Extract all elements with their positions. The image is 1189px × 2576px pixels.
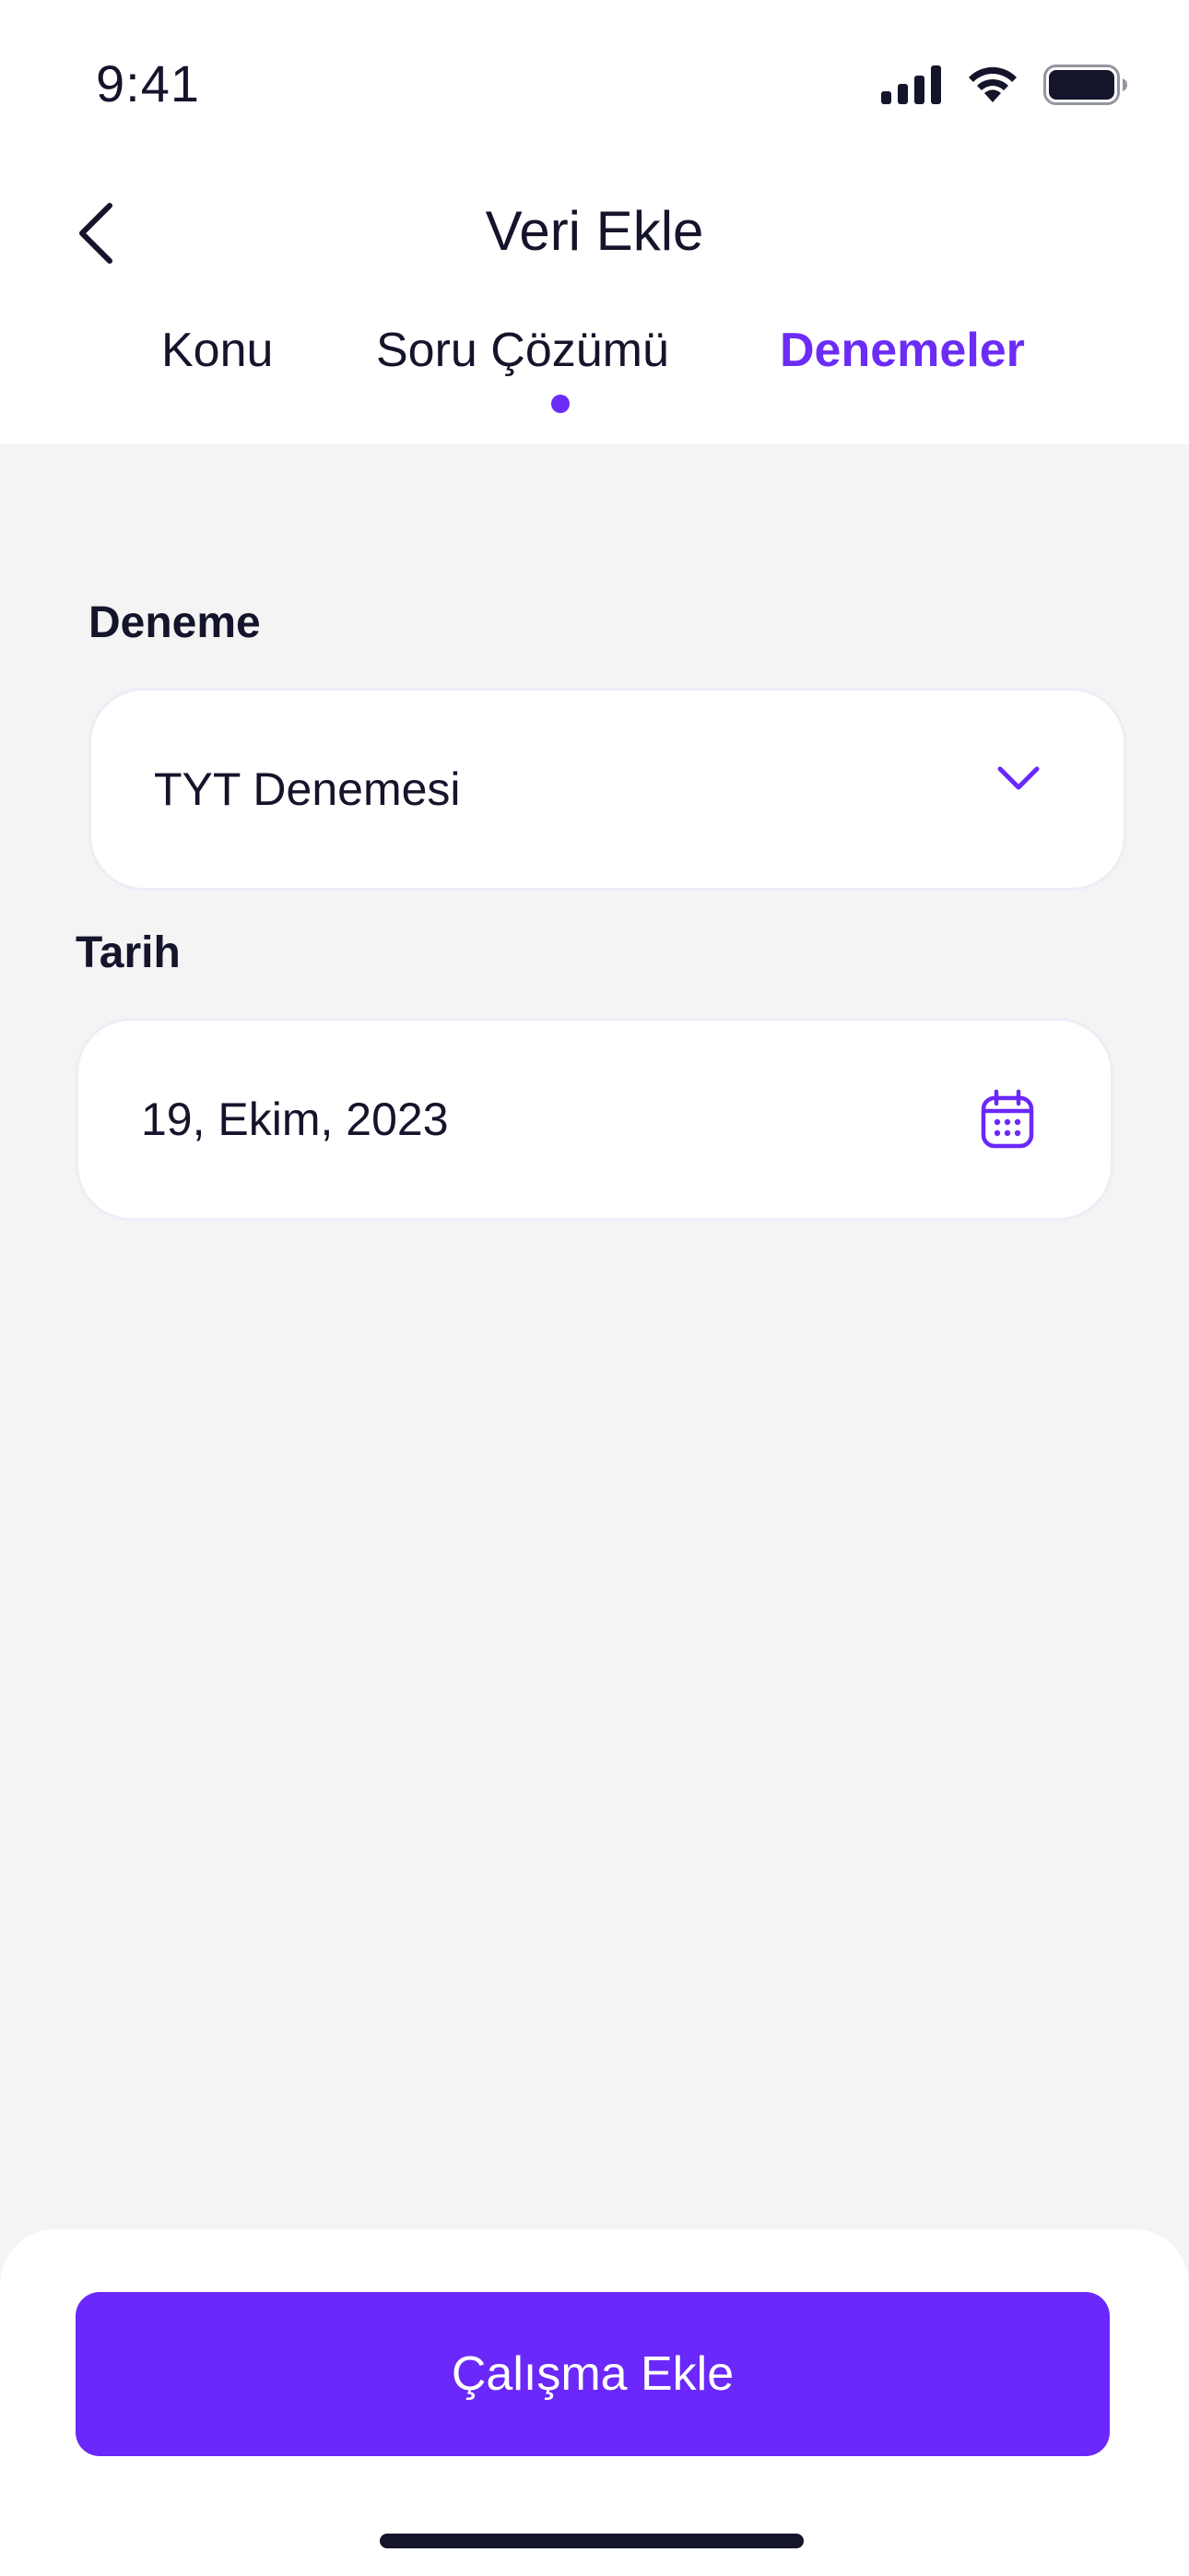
tab-soru-cozumu[interactable]: Soru Çözümü [376,323,669,378]
deneme-select-value: TYT Denemesi [154,763,461,815]
tarih-date-field[interactable]: 19, Ekim, 2023 [76,1018,1113,1221]
signal-icon [881,65,942,109]
status-bar: 9:41 [0,0,1189,175]
tarih-date-value: 19, Ekim, 2023 [141,1093,449,1145]
deneme-label: Deneme [88,598,261,647]
wifi-icon [966,65,1019,109]
calisma-ekle-button-label: Çalışma Ekle [451,2347,735,2401]
page-title: Veri Ekle [485,200,704,262]
tab-denemeler[interactable]: Denemeler [780,323,1025,378]
tab-indicator-dot [551,395,570,413]
header: Veri Ekle [0,175,1189,313]
chevron-down-icon [996,764,1041,797]
home-indicator [380,2534,804,2548]
deneme-select[interactable]: TYT Denemesi [88,688,1126,891]
tab-bar: Konu Soru Çözümü Denemeler [0,313,1189,444]
tarih-label: Tarih [76,928,181,977]
tab-konu[interactable]: Konu [161,323,273,378]
calendar-icon[interactable] [980,1089,1035,1154]
battery-icon [1043,65,1128,110]
status-icons [881,65,1128,110]
bottom-action-panel: Çalışma Ekle [0,2229,1189,2576]
calisma-ekle-button[interactable]: Çalışma Ekle [76,2292,1110,2456]
status-time: 9:41 [96,54,200,112]
